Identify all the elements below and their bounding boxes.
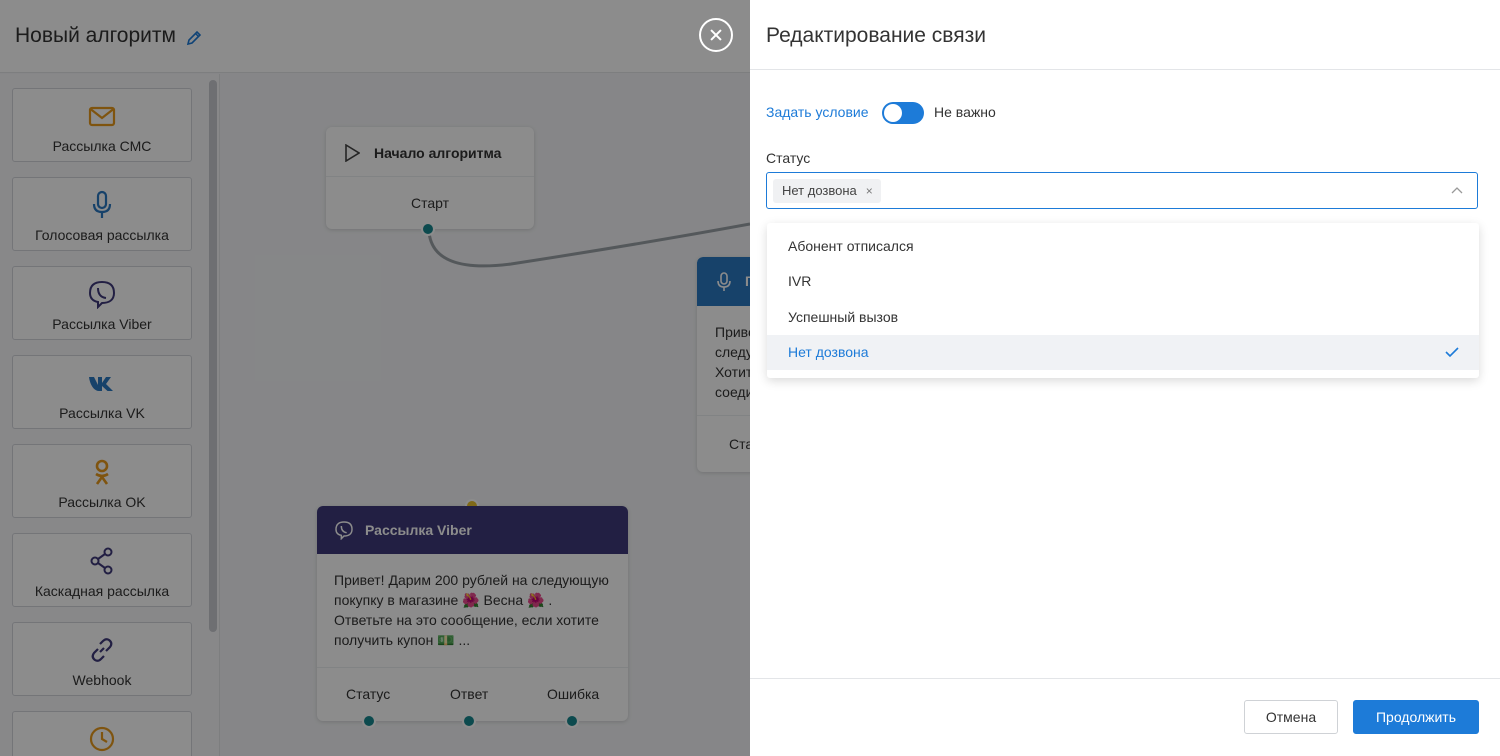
toggle-state-label: Не важно [934,104,996,120]
modal-overlay[interactable] [0,0,750,756]
chevron-up-icon[interactable] [1451,185,1463,197]
drawer-header: Редактирование связи [750,0,1500,70]
status-option[interactable]: Успешный вызов [767,300,1479,335]
toggle-knob [884,104,902,122]
status-option-selected[interactable]: Нет дозвона [767,335,1479,370]
chip-label: Нет дозвона [782,183,857,198]
status-select[interactable]: Нет дозвона × [766,172,1478,209]
status-option-label: Нет дозвона [788,344,869,360]
chip-remove-icon[interactable]: × [866,179,873,203]
drawer-title: Редактирование связи [766,24,986,47]
cancel-button[interactable]: Отмена [1244,700,1338,734]
set-condition-link[interactable]: Задать условие [766,104,868,120]
status-dropdown: Абонент отписался IVR Успешный вызов Нет… [767,223,1479,378]
condition-toggle[interactable] [882,102,924,124]
continue-button[interactable]: Продолжить [1353,700,1479,734]
status-option[interactable]: Абонент отписался [767,229,1479,264]
checkmark-icon [1445,347,1459,358]
selected-status-chip: Нет дозвона × [773,179,881,203]
close-drawer-button[interactable] [699,18,733,52]
status-option[interactable]: IVR [767,264,1479,299]
edit-connection-drawer: Редактирование связи Задать условие Не в… [750,0,1500,756]
status-field-label: Статус [766,150,811,166]
algorithm-editor: Новый алгоритм Рассылка СМС Голосовая ра… [0,0,750,756]
